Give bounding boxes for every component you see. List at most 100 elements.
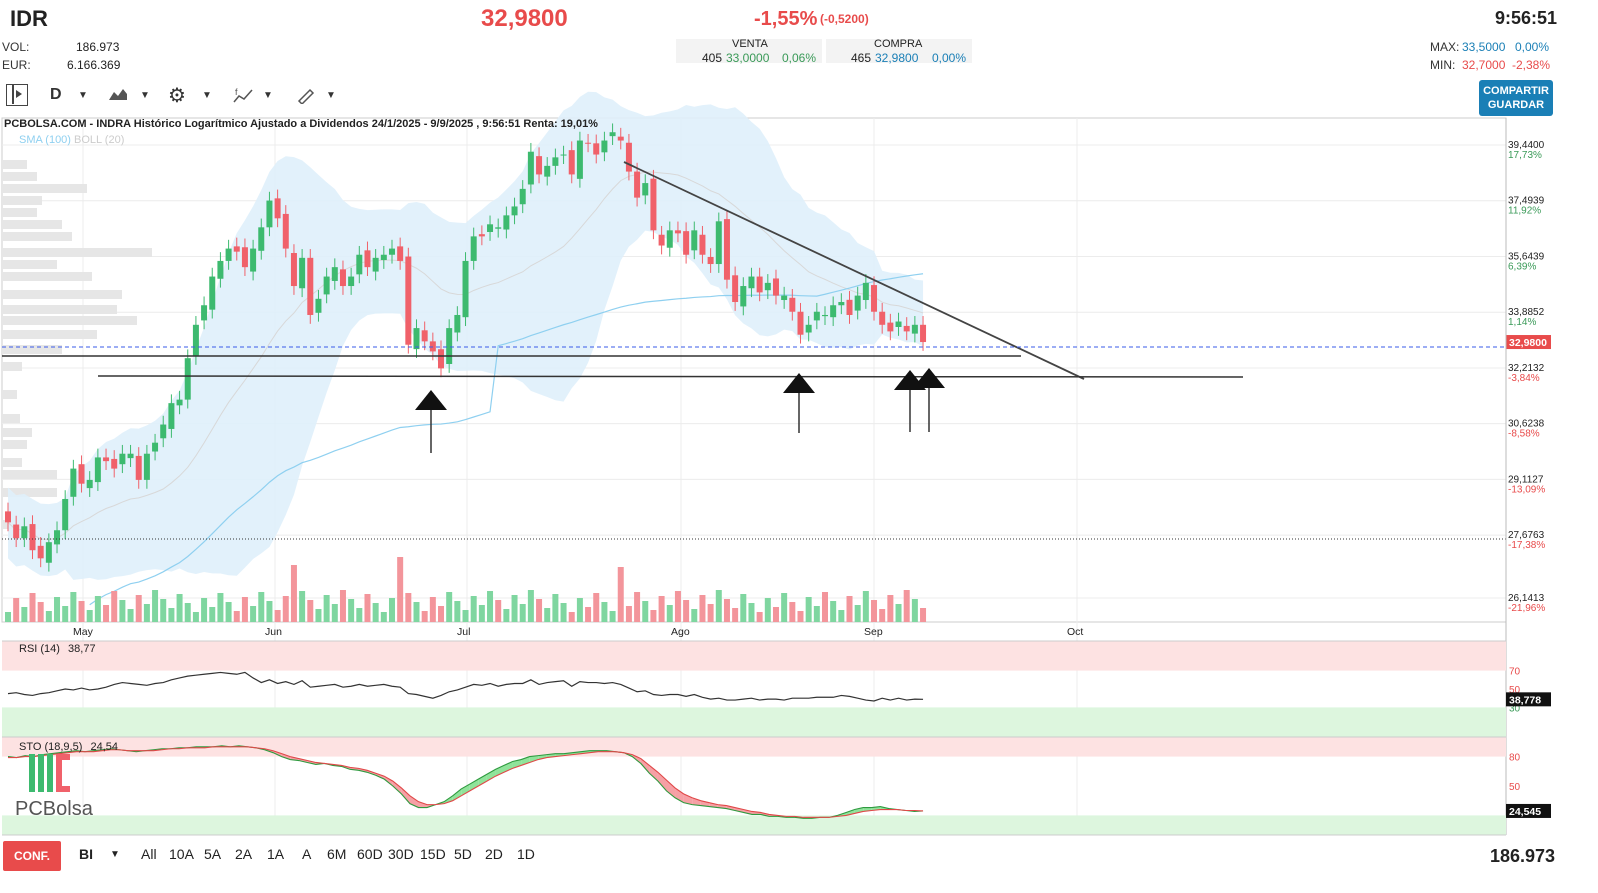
candle-body	[822, 314, 828, 317]
volume-bar	[356, 608, 363, 622]
range-5a[interactable]: 5A	[204, 846, 221, 862]
arrow-up-icon	[415, 390, 447, 410]
volume-bar	[331, 604, 338, 622]
candle-body	[233, 246, 240, 252]
candle-body	[756, 276, 763, 293]
range-5d[interactable]: 5D	[454, 846, 472, 862]
candle-body	[552, 157, 559, 166]
candle-body	[217, 260, 224, 279]
candle-body	[576, 140, 583, 179]
rsi-title: RSI (14)	[19, 643, 60, 655]
volume-profile-bar	[2, 160, 27, 169]
candle-body	[887, 322, 894, 332]
y-tick-pct: -17,38%	[1508, 540, 1545, 551]
volume-bar	[805, 597, 812, 622]
candle-body	[838, 302, 845, 306]
candle-body	[683, 231, 690, 255]
candle-body	[781, 295, 788, 301]
rsi-oversold-zone	[2, 707, 1506, 737]
boll-legend: BOLL (20)	[74, 134, 125, 146]
volume-bar	[568, 612, 575, 622]
volume-bar	[176, 594, 183, 622]
candle-body	[691, 230, 698, 251]
candle-body	[45, 542, 52, 563]
range-a[interactable]: A	[302, 846, 311, 862]
range-30d[interactable]: 30D	[388, 846, 414, 862]
volume-bar	[813, 606, 820, 622]
range-10a[interactable]: 10A	[169, 846, 194, 862]
candle-body	[470, 236, 477, 261]
candle-body	[519, 188, 526, 205]
candle-body	[5, 511, 11, 523]
candle-body	[356, 254, 363, 275]
mode-selector[interactable]: BI	[79, 846, 93, 862]
total-volume: 186.973	[1490, 846, 1556, 866]
candle-body	[920, 324, 927, 343]
candle-body	[634, 171, 641, 198]
volume-bar	[241, 597, 248, 622]
range-2d[interactable]: 2D	[485, 846, 503, 862]
candle-body	[119, 453, 126, 465]
candle-body	[593, 143, 600, 155]
volume-bar	[642, 601, 649, 622]
range-2a[interactable]: 2A	[235, 846, 252, 862]
last-price-label: 32,9800	[1509, 337, 1547, 349]
sto-tick-label: 80	[1509, 753, 1521, 764]
chevron-down-icon[interactable]: ▼	[110, 849, 120, 860]
volume-bar	[233, 611, 240, 622]
candle-body	[184, 358, 191, 400]
candle-body	[764, 282, 771, 291]
volume-bar	[446, 592, 453, 622]
volume-bar	[911, 599, 918, 622]
volume-bar	[192, 612, 199, 622]
volume-bar	[895, 604, 902, 622]
volume-bar	[879, 609, 886, 622]
volume-bar	[54, 597, 61, 622]
range-1d[interactable]: 1D	[517, 846, 535, 862]
volume-bar	[552, 594, 559, 622]
candle-body	[37, 545, 44, 559]
candle-body	[258, 227, 265, 251]
candle-body	[879, 311, 886, 325]
volume-bar	[691, 609, 698, 622]
volume-bar	[658, 596, 665, 622]
range-15d[interactable]: 15D	[420, 846, 446, 862]
volume-bar	[650, 610, 657, 622]
candle-body	[54, 530, 61, 545]
volume-bar	[364, 594, 371, 622]
volume-bar	[723, 599, 730, 622]
volume-profile-bar	[2, 232, 72, 241]
sto-k-line	[7, 745, 924, 819]
range-all[interactable]: All	[141, 846, 157, 862]
chart-canvas[interactable]: 39,440017,73%37,493911,92%35,64396,39%33…	[0, 0, 1598, 893]
candle-body	[21, 526, 28, 539]
config-button[interactable]: CONF.	[3, 841, 61, 871]
volume-bar	[429, 597, 436, 622]
volume-bar	[405, 593, 412, 622]
x-tick-label: Sep	[864, 626, 883, 638]
indicator-legend[interactable]: SMA (100) BOLL (20)	[19, 134, 124, 146]
sma-legend: SMA (100)	[19, 134, 71, 146]
y-tick-pct: -3,84%	[1508, 373, 1540, 384]
volume-profile-bar	[2, 345, 62, 354]
x-tick-label: Jun	[265, 626, 282, 638]
volume-bar	[732, 608, 739, 622]
rsi-last-label: 38,778	[1509, 694, 1541, 706]
x-tick-label: Jul	[457, 626, 470, 638]
candle-body	[830, 305, 837, 318]
range-1a[interactable]: 1A	[267, 846, 284, 862]
volume-bar	[421, 611, 428, 622]
candle-body	[478, 234, 485, 237]
candle-body	[250, 248, 257, 272]
volume-bar	[601, 602, 608, 622]
volume-profile-bar	[2, 172, 37, 181]
candle-body	[487, 224, 494, 232]
volume-bar	[764, 598, 771, 622]
volume-bar	[209, 607, 216, 622]
candle-body	[29, 524, 36, 551]
volume-bar	[29, 593, 36, 622]
volume-bar	[560, 603, 567, 622]
candle-body	[348, 276, 355, 287]
range-6m[interactable]: 6M	[327, 846, 346, 862]
range-60d[interactable]: 60D	[357, 846, 383, 862]
